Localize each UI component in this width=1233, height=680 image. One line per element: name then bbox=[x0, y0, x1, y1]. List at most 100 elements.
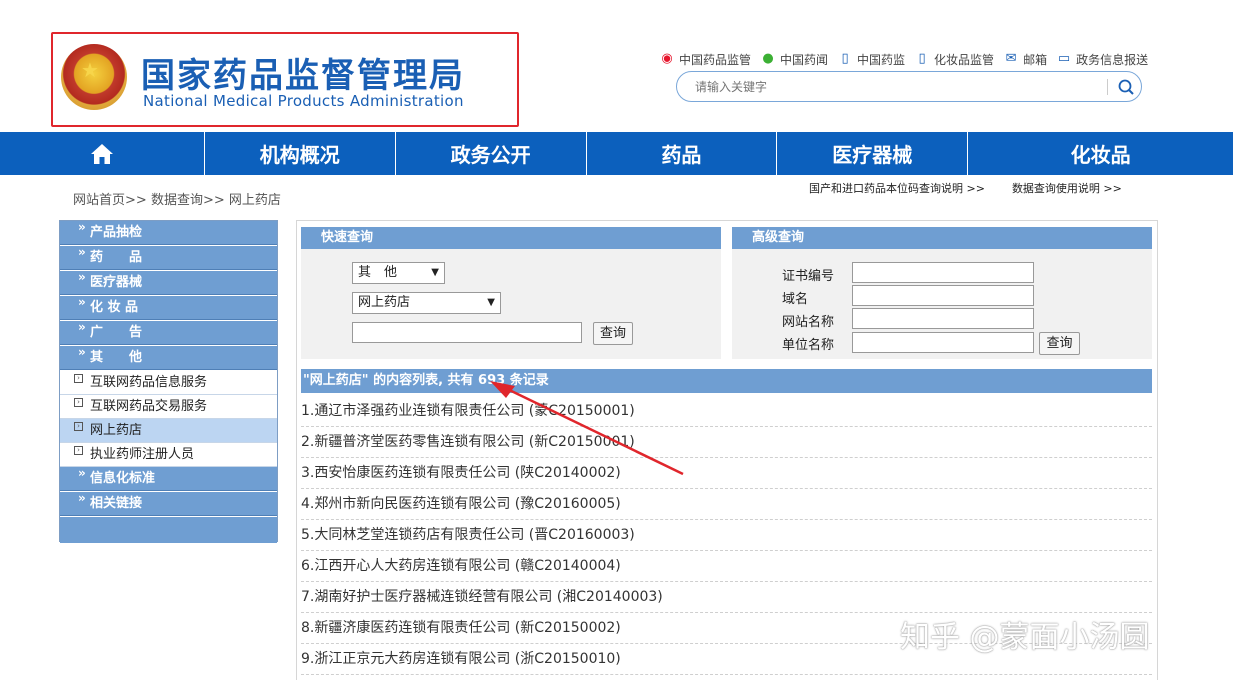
result-list-header: "网上药店" 的内容列表, 共有 693 条记录 bbox=[301, 369, 1152, 393]
dropdown-arrow-icon: ▼ bbox=[487, 297, 495, 308]
sidebar-subitem-label: 执业药师注册人员 bbox=[90, 447, 195, 462]
expand-box-icon: › bbox=[74, 446, 83, 455]
sidebar-item-drugs[interactable]: » 药 品 bbox=[60, 245, 277, 270]
breadcrumb-data-query[interactable]: 数据查询 bbox=[151, 193, 203, 208]
breadcrumb-separator: >> bbox=[125, 193, 147, 208]
double-chevron-icon: » bbox=[78, 245, 86, 259]
sidebar: » 产品抽检 » 药 品 » 医疗器械 » 化 妆 品 » 广 告 » 其 他 › 互联网药品… bbox=[59, 220, 278, 543]
domain-label: 域名 bbox=[782, 292, 809, 307]
site-search bbox=[676, 71, 1142, 102]
sidebar-item-label: 药 品 bbox=[90, 250, 143, 265]
sidebar-item-other[interactable]: » 其 他 bbox=[60, 345, 277, 370]
breadcrumb-current: 网上药店 bbox=[228, 193, 281, 208]
expand-box-icon: › bbox=[74, 422, 83, 431]
sidebar-item-cosmetics[interactable]: » 化 妆 品 bbox=[60, 295, 277, 320]
domain-input[interactable] bbox=[852, 285, 1034, 306]
breadcrumb-separator: >> bbox=[202, 193, 225, 208]
advanced-query-panel: 证书编号 域名 网站名称 单位名称 bbox=[732, 249, 1152, 359]
mobile-icon: ▯ bbox=[918, 51, 926, 66]
quick-link-app-cosmetic[interactable]: ▯ 化妆品监管 bbox=[913, 51, 994, 68]
sidebar-subitem-label: 互联网药品信息服务 bbox=[90, 375, 208, 390]
site-logo[interactable]: ★ 国家药品监督管理局 National Medical Products Ad… bbox=[51, 32, 519, 127]
nav-home[interactable] bbox=[0, 132, 205, 175]
mobile-icon: ▯ bbox=[841, 51, 849, 66]
quick-query-panel: 其 他 ▼ 网上药店 ▼ 查询 bbox=[301, 249, 721, 359]
company-name-label: 单位名称 bbox=[782, 338, 835, 353]
search-input[interactable] bbox=[695, 77, 1095, 97]
list-item[interactable]: 6.江西开心人大药房连锁有限公司 (赣C20140004) bbox=[301, 551, 1152, 582]
sidebar-subitem-info-service[interactable]: › 互联网药品信息服务 bbox=[60, 371, 277, 395]
list-item[interactable]: 4.郑州市新向民医药连锁有限公司 (豫C20160005) bbox=[301, 489, 1152, 520]
nav-drugs[interactable]: 药品 bbox=[587, 132, 778, 175]
sidebar-subitem-label: 网上药店 bbox=[90, 423, 143, 438]
double-chevron-icon: » bbox=[78, 345, 86, 359]
category-select-value: 其 他 bbox=[358, 265, 398, 280]
nav-organization[interactable]: 机构概况 bbox=[205, 132, 396, 175]
quick-link-label: 邮箱 bbox=[1023, 52, 1048, 67]
double-chevron-icon: » bbox=[78, 295, 86, 309]
sidebar-item-label: 信息化标准 bbox=[90, 471, 156, 486]
certificate-number-input[interactable] bbox=[852, 262, 1034, 283]
help-link-usage[interactable]: 数据查询使用说明 >> bbox=[1012, 182, 1122, 195]
quick-link-wechat[interactable]: ● 中国药闻 bbox=[759, 51, 828, 68]
double-chevron-icon: » bbox=[78, 466, 86, 480]
double-chevron-icon: » bbox=[78, 220, 86, 234]
list-item[interactable]: 1.通辽市泽强药业连锁有限责任公司 (蒙C20150001) bbox=[301, 396, 1152, 427]
quick-query-button[interactable]: 查询 bbox=[593, 322, 633, 345]
quick-link-mail[interactable]: ✉ 邮箱 bbox=[1002, 51, 1047, 68]
site-title-english: National Medical Products Administration bbox=[143, 92, 464, 110]
sidebar-subitem-pharmacists[interactable]: › 执业药师注册人员 bbox=[60, 443, 277, 467]
sidebar-subitem-trade-service[interactable]: › 互联网药品交易服务 bbox=[60, 395, 277, 419]
sidebar-item-label: 产品抽检 bbox=[90, 225, 143, 240]
national-emblem-icon: ★ bbox=[61, 44, 127, 110]
list-item[interactable]: 5.大同林芝堂连锁药店有限责任公司 (晋C20160003) bbox=[301, 520, 1152, 551]
expand-box-icon: › bbox=[74, 398, 83, 407]
quick-link-label: 化妆品监管 bbox=[934, 52, 995, 67]
nav-government-affairs[interactable]: 政务公开 bbox=[396, 132, 587, 175]
sidebar-item-it-standards[interactable]: » 信息化标准 bbox=[60, 466, 277, 491]
quick-query-input[interactable] bbox=[352, 322, 582, 343]
nav-medical-devices[interactable]: 医疗器械 bbox=[777, 132, 969, 175]
list-item[interactable]: 2.新疆普济堂医药零售连锁有限公司 (新C20150001) bbox=[301, 427, 1152, 458]
category-select[interactable]: 其 他 ▼ bbox=[352, 262, 445, 284]
sidebar-item-label: 其 他 bbox=[90, 350, 143, 365]
list-item[interactable]: 3.西安怡康医药连锁有限责任公司 (陕C20140002) bbox=[301, 458, 1152, 489]
website-name-input[interactable] bbox=[852, 308, 1034, 329]
dropdown-arrow-icon: ▼ bbox=[431, 267, 439, 278]
sidebar-subitem-online-pharmacy[interactable]: › 网上药店 bbox=[60, 419, 277, 443]
quick-link-label: 中国药闻 bbox=[780, 52, 829, 67]
double-chevron-icon: » bbox=[78, 320, 86, 334]
quick-link-app-drug[interactable]: ▯ 中国药监 bbox=[836, 51, 905, 68]
sidebar-footer-bar bbox=[60, 517, 277, 543]
quick-link-report[interactable]: ▭ 政务信息报送 bbox=[1055, 51, 1148, 68]
header-quick-links: ◉ 中国药品监管 ● 中国药闻 ▯ 中国药监 ▯ 化妆品监管 ✉ 邮箱 ▭ 政务… bbox=[658, 49, 1156, 69]
quick-link-label: 政务信息报送 bbox=[1076, 52, 1149, 67]
quick-link-weibo[interactable]: ◉ 中国药品监管 bbox=[658, 51, 751, 68]
double-chevron-icon: » bbox=[78, 491, 86, 505]
site-title-chinese: 国家药品监督管理局 bbox=[141, 56, 465, 96]
help-link-code-query[interactable]: 国产和进口药品本位码查询说明 >> bbox=[809, 182, 985, 195]
quick-link-label: 中国药监 bbox=[857, 52, 906, 67]
breadcrumb-home[interactable]: 网站首页 bbox=[73, 193, 125, 208]
watermark: 知乎 @蒙面小汤圆 bbox=[900, 620, 1150, 655]
main-nav: 机构概况 政务公开 药品 医疗器械 化妆品 bbox=[0, 132, 1233, 175]
sidebar-item-medical-devices[interactable]: » 医疗器械 bbox=[60, 270, 277, 295]
quick-query-title: 快速查询 bbox=[301, 227, 721, 249]
database-select[interactable]: 网上药店 ▼ bbox=[352, 292, 501, 314]
advanced-query-title: 高级查询 bbox=[732, 227, 1152, 249]
sidebar-item-related-links[interactable]: » 相关链接 bbox=[60, 491, 277, 516]
wechat-icon: ● bbox=[762, 51, 774, 66]
list-item[interactable]: 7.湖南好护士医疗器械连锁经营有限公司 (湘C20140003) bbox=[301, 582, 1152, 613]
quick-link-label: 中国药品监管 bbox=[679, 52, 752, 67]
sidebar-item-product-sampling[interactable]: » 产品抽检 bbox=[60, 220, 277, 245]
double-chevron-icon: » bbox=[78, 270, 86, 284]
sidebar-item-ads[interactable]: » 广 告 bbox=[60, 320, 277, 345]
company-name-input[interactable] bbox=[852, 332, 1034, 353]
breadcrumb: 网站首页>> 数据查询>> 网上药店 bbox=[73, 189, 281, 208]
advanced-query-button[interactable]: 查询 bbox=[1039, 332, 1080, 355]
sidebar-item-label: 医疗器械 bbox=[90, 275, 143, 290]
sidebar-item-label: 相关链接 bbox=[90, 496, 143, 511]
search-button[interactable] bbox=[1115, 76, 1137, 98]
nav-cosmetics[interactable]: 化妆品 bbox=[968, 132, 1233, 175]
sidebar-item-label: 化 妆 品 bbox=[90, 300, 139, 315]
